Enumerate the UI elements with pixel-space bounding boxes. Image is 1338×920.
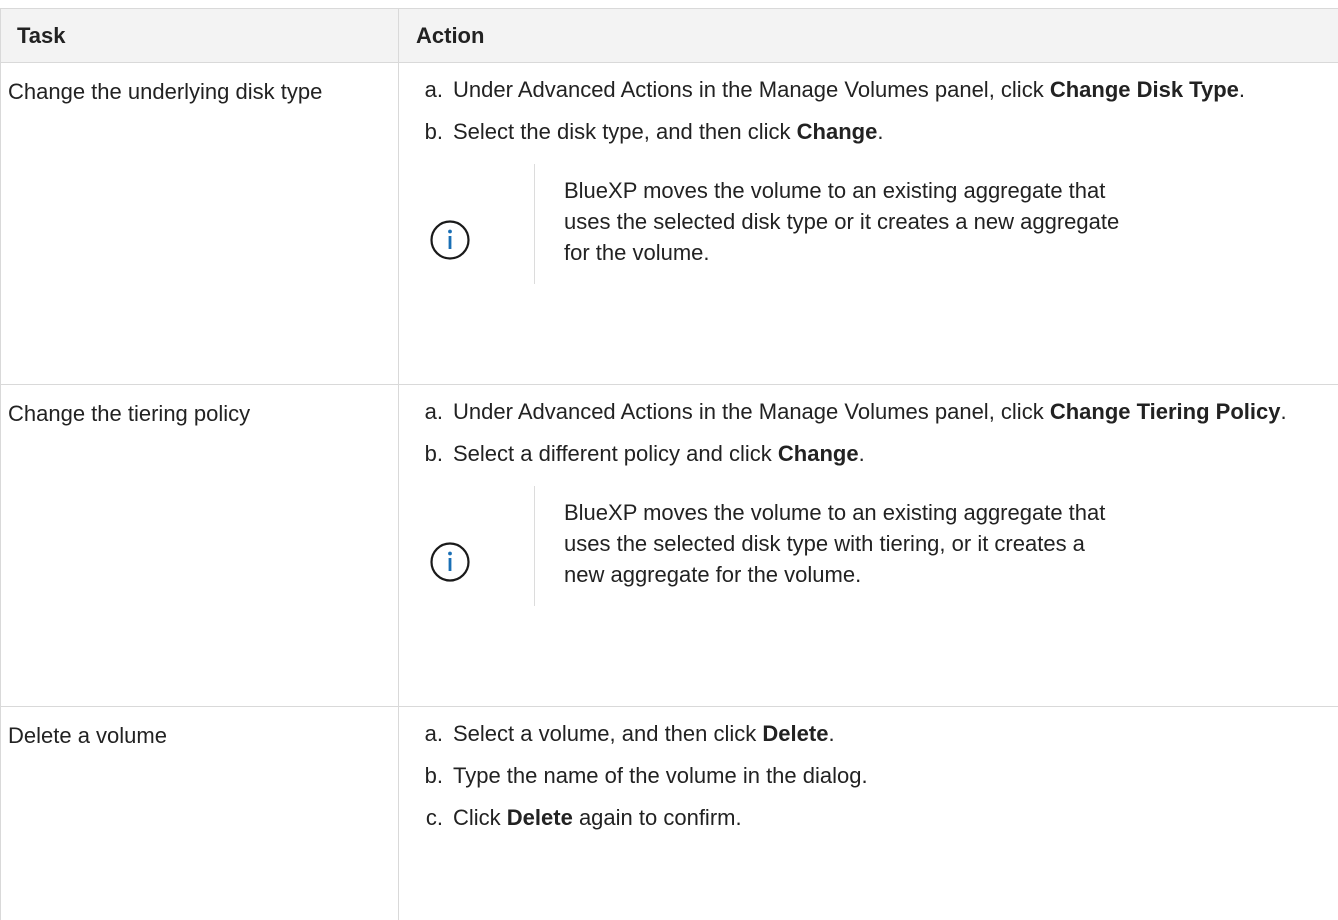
table-row: Change the underlying disk type a. Under… bbox=[1, 63, 1338, 385]
step-item: c. Click Delete again to confirm. bbox=[416, 802, 1318, 833]
step-marker: a. bbox=[423, 74, 443, 105]
step-item: b. Select a different policy and click C… bbox=[416, 438, 1318, 469]
step-item: a. Select a volume, and then click Delet… bbox=[416, 718, 1318, 749]
step-marker: a. bbox=[423, 396, 443, 427]
table-row: Change the tiering policy a. Under Advan… bbox=[1, 385, 1338, 707]
step-item: a. Under Advanced Actions in the Manage … bbox=[416, 396, 1318, 427]
step-marker: b. bbox=[423, 760, 443, 791]
table-row: Delete a volume a. Select a volume, and … bbox=[1, 707, 1338, 920]
task-cell: Delete a volume bbox=[1, 707, 399, 920]
step-text: Under Advanced Actions in the Manage Vol… bbox=[453, 396, 1287, 427]
info-circle-icon bbox=[428, 540, 472, 584]
step-text: Select the disk type, and then click Cha… bbox=[453, 116, 883, 147]
step-marker: b. bbox=[423, 116, 443, 147]
ui-element-name: Change bbox=[797, 119, 878, 144]
ui-element-name: Change Tiering Policy bbox=[1050, 399, 1281, 424]
action-cell: a. Under Advanced Actions in the Manage … bbox=[399, 385, 1338, 707]
step-text: Under Advanced Actions in the Manage Vol… bbox=[453, 74, 1245, 105]
task-cell: Change the underlying disk type bbox=[1, 63, 399, 385]
step-text: Type the name of the volume in the dialo… bbox=[453, 760, 868, 791]
step-text: Select a volume, and then click Delete. bbox=[453, 718, 835, 749]
note-callout: BlueXP moves the volume to an existing a… bbox=[416, 486, 1318, 606]
step-marker: c. bbox=[423, 802, 443, 833]
action-cell: a. Under Advanced Actions in the Manage … bbox=[399, 63, 1338, 385]
note-text: BlueXP moves the volume to an existing a… bbox=[534, 486, 1124, 606]
ui-element-name: Change bbox=[778, 441, 859, 466]
task-cell: Change the tiering policy bbox=[1, 385, 399, 707]
ui-element-name: Delete bbox=[507, 805, 573, 830]
table-header-row: Task Action bbox=[1, 9, 1338, 63]
header-action: Action bbox=[399, 9, 1338, 63]
step-item: b. Select the disk type, and then click … bbox=[416, 116, 1318, 147]
ui-element-name: Delete bbox=[762, 721, 828, 746]
step-item: a. Under Advanced Actions in the Manage … bbox=[416, 74, 1318, 105]
action-cell: a. Select a volume, and then click Delet… bbox=[399, 707, 1338, 920]
header-task: Task bbox=[1, 9, 399, 63]
info-circle-icon bbox=[428, 218, 472, 262]
step-marker: b. bbox=[423, 438, 443, 469]
task-action-table: Task Action Change the underlying disk t… bbox=[0, 8, 1338, 920]
step-marker: a. bbox=[423, 718, 443, 749]
step-text: Click Delete again to confirm. bbox=[453, 802, 742, 833]
note-callout: BlueXP moves the volume to an existing a… bbox=[416, 164, 1318, 284]
step-text: Select a different policy and click Chan… bbox=[453, 438, 865, 469]
step-item: b. Type the name of the volume in the di… bbox=[416, 760, 1318, 791]
note-text: BlueXP moves the volume to an existing a… bbox=[534, 164, 1124, 284]
ui-element-name: Change Disk Type bbox=[1050, 77, 1239, 102]
